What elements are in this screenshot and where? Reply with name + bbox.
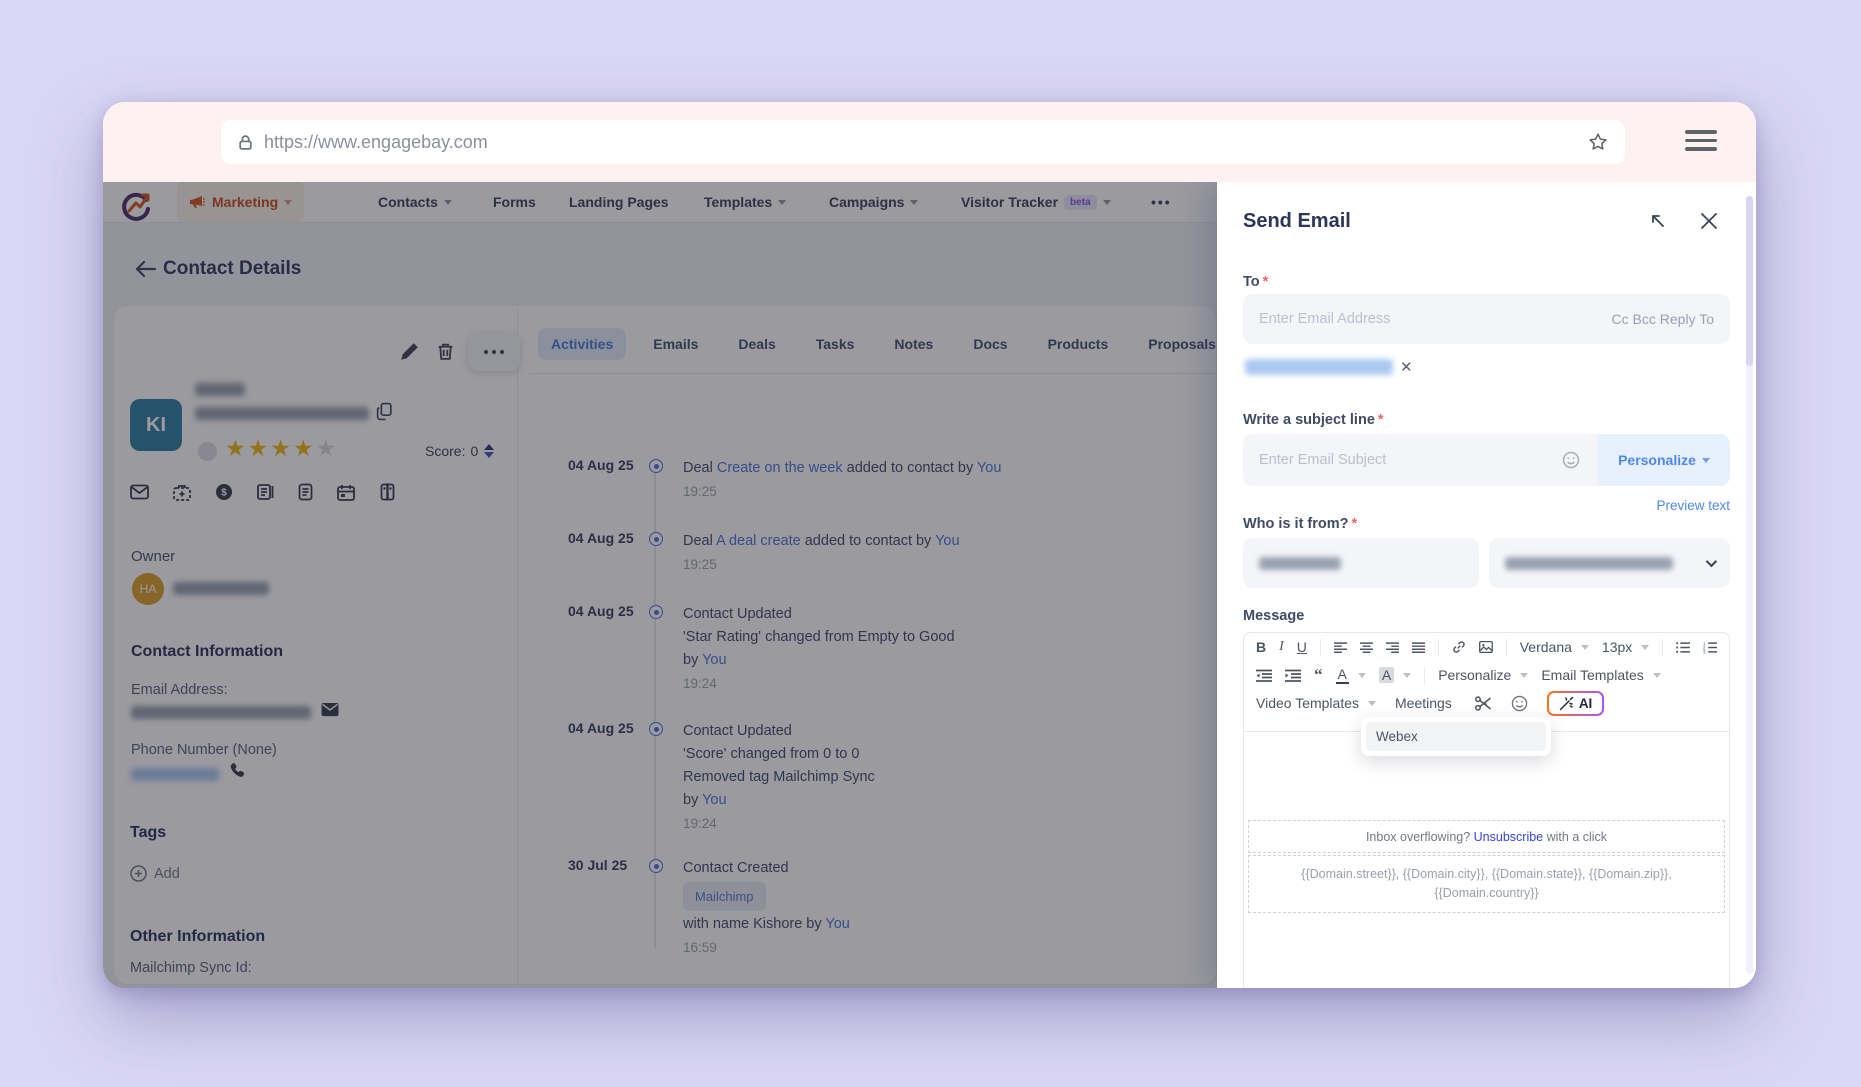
bold-icon[interactable]: B (1256, 639, 1266, 655)
from-label: Who is it from? * (1243, 516, 1358, 532)
blockquote-icon[interactable]: “ (1314, 666, 1323, 683)
unsubscribe-text: with a click (1543, 829, 1608, 844)
panel-title: Send Email (1243, 210, 1351, 232)
cc-bcc-replyto[interactable]: Cc Bcc Reply To (1612, 311, 1714, 327)
snippet-scissors-icon[interactable] (1474, 695, 1492, 711)
browser-chrome: https://www.engagebay.com (103, 102, 1756, 182)
send-email-panel: Send Email To* Cc Bcc Reply To ✕ Write a… (1217, 182, 1756, 988)
from-email-select[interactable] (1489, 538, 1730, 588)
text-color-button[interactable]: A (1335, 666, 1366, 684)
editor-toolbar-row-1: B I U Verdana 13px 123 (1244, 633, 1729, 661)
to-input[interactable] (1259, 311, 1612, 327)
editor-toolbar-row-3: Video Templates Meetings AI (1244, 689, 1729, 717)
highlight-color-button[interactable]: A (1378, 667, 1412, 683)
meetings-menu-item-webex[interactable]: Webex (1366, 722, 1546, 751)
align-center-icon[interactable] (1359, 641, 1373, 654)
personalize-button[interactable]: Personalize (1598, 434, 1730, 486)
from-email-redacted (1505, 556, 1673, 570)
magic-wand-icon (1559, 696, 1574, 710)
editor-toolbar-row-2: “ A A Personalize Email Templates (1244, 661, 1729, 689)
underline-icon[interactable]: U (1297, 639, 1307, 655)
unsubscribe-link[interactable]: Unsubscribe (1474, 830, 1543, 844)
from-name-redacted (1259, 556, 1341, 570)
chevron-down-icon (1705, 555, 1718, 568)
required-asterisk: * (1377, 412, 1384, 428)
modal-dim-overlay (103, 182, 1217, 988)
email-templates-dropdown[interactable]: Email Templates (1541, 667, 1661, 683)
subject-label: Write a subject line * (1243, 412, 1384, 428)
align-left-icon[interactable] (1333, 641, 1347, 654)
domain-address-block[interactable]: {{Domain.street}}, {{Domain.city}}, {{Do… (1248, 855, 1725, 913)
to-label: To * (1243, 274, 1269, 290)
editor-personalize-dropdown[interactable]: Personalize (1438, 667, 1529, 683)
address-bar[interactable]: https://www.engagebay.com (221, 120, 1625, 164)
message-editor[interactable]: B I U Verdana 13px 123 “ A A Personalize… (1243, 632, 1730, 988)
subject-field[interactable]: Personalize (1243, 434, 1730, 486)
italic-icon[interactable]: I (1279, 639, 1284, 655)
bullet-list-icon[interactable] (1676, 641, 1691, 654)
subject-input[interactable] (1259, 452, 1562, 468)
browser-menu-icon[interactable] (1685, 130, 1717, 154)
meetings-menu: Webex (1361, 717, 1551, 756)
preview-text-link[interactable]: Preview text (1656, 498, 1730, 513)
numbered-list-icon[interactable]: 123 (1703, 641, 1718, 654)
expand-panel-icon[interactable] (1649, 212, 1667, 230)
remove-recipient-icon[interactable]: ✕ (1400, 358, 1413, 376)
outdent-icon[interactable] (1256, 669, 1272, 682)
meetings-dropdown[interactable]: Meetings (1395, 695, 1452, 711)
font-size-dropdown[interactable]: 13px (1602, 639, 1650, 655)
unsubscribe-text: Inbox overflowing? (1365, 829, 1474, 844)
unsubscribe-block[interactable]: Inbox overflowing? Unsubscribe with a cl… (1248, 820, 1725, 853)
domain-line-1: {{Domain.street}}, {{Domain.city}}, {{Do… (1301, 867, 1672, 881)
video-templates-dropdown[interactable]: Video Templates (1256, 695, 1376, 711)
insert-link-icon[interactable] (1452, 639, 1466, 655)
url-text: https://www.engagebay.com (264, 131, 488, 152)
svg-text:3: 3 (1703, 649, 1706, 653)
font-family-dropdown[interactable]: Verdana (1520, 639, 1589, 655)
panel-scrollbar-thumb[interactable] (1746, 196, 1753, 366)
required-asterisk: * (1262, 274, 1269, 290)
emoji-icon[interactable] (1562, 451, 1580, 469)
indent-icon[interactable] (1285, 669, 1301, 682)
lock-icon (239, 134, 252, 150)
align-right-icon[interactable] (1385, 641, 1400, 654)
browser-window: https://www.engagebay.com Marketing Cont… (103, 102, 1756, 988)
domain-line-2: {{Domain.country}} (1434, 886, 1539, 900)
editor-emoji-icon[interactable] (1511, 695, 1528, 712)
from-name-select[interactable] (1243, 538, 1479, 588)
recipient-email-redacted (1245, 359, 1393, 375)
close-panel-icon[interactable] (1699, 211, 1719, 231)
recipient-chip: ✕ (1245, 358, 1413, 376)
ai-assistant-button[interactable]: AI (1547, 691, 1605, 716)
align-justify-icon[interactable] (1412, 641, 1426, 654)
required-asterisk: * (1351, 516, 1358, 532)
to-field[interactable]: Cc Bcc Reply To (1243, 294, 1730, 344)
insert-image-icon[interactable] (1478, 640, 1493, 654)
bookmark-star-icon[interactable] (1587, 131, 1609, 153)
message-label: Message (1243, 608, 1305, 624)
